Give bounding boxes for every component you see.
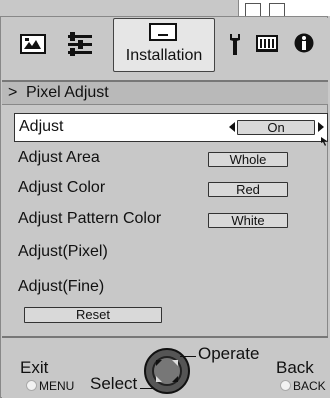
operate-label: Operate [198, 344, 260, 363]
tab-installation[interactable]: Installation [113, 18, 215, 72]
arrow-left-icon[interactable] [229, 122, 235, 132]
back-label: Back [276, 358, 314, 377]
menu-dot-icon [26, 380, 37, 391]
back-key: BACK [280, 379, 326, 393]
row-label: Adjust(Fine) [18, 278, 105, 295]
row-label: Adjust Area [18, 149, 100, 166]
adjust-pattern-color-value[interactable]: White [208, 213, 288, 228]
select-label: Select [90, 374, 138, 393]
menu-row-adjust[interactable]: Adjust On [14, 113, 328, 142]
menu-key-label: MENU [39, 379, 75, 393]
row-label: Adjust Color [18, 179, 106, 196]
adjust-value[interactable]: On [237, 120, 315, 135]
back-key-label: BACK [293, 379, 326, 393]
section-header: > Pixel Adjust [2, 82, 328, 105]
cursor-icon [320, 134, 327, 146]
tab-installation-label: Installation [125, 47, 203, 64]
menu-row-adjust-pixel[interactable]: Adjust(Pixel) [2, 239, 328, 267]
wrench-icon[interactable] [228, 32, 242, 56]
arrow-right-icon[interactable] [318, 122, 324, 132]
sliders-icon[interactable] [66, 32, 94, 56]
exit-label: Exit [20, 358, 49, 377]
menu-row-adjust-color[interactable]: Adjust Color Red [2, 175, 328, 203]
osd-menu: Installation > Pixel Adjust Adjust On Ad… [0, 0, 330, 398]
menu-row-adjust-fine[interactable]: Adjust(Fine) [2, 274, 328, 302]
row-label: Adjust [19, 118, 64, 135]
picture-icon[interactable] [20, 34, 46, 54]
leader-line [140, 388, 154, 389]
menu-key: MENU [26, 379, 74, 393]
leader-line [180, 356, 196, 357]
back-dot-icon [280, 380, 291, 391]
breadcrumb-arrow: > [8, 84, 18, 101]
reset-button[interactable]: Reset [24, 307, 162, 323]
section-title: Pixel Adjust [26, 84, 109, 101]
row-label: Adjust Pattern Color [18, 210, 162, 227]
menu-row-adjust-area[interactable]: Adjust Area Whole [2, 145, 328, 173]
info-icon[interactable] [294, 33, 314, 53]
corner-tab [238, 0, 330, 17]
installation-icon [149, 23, 177, 43]
adjust-color-value[interactable]: Red [208, 182, 288, 197]
grid-icon[interactable] [256, 34, 278, 54]
footer-guide: Exit MENU Operate Select Back BACK [2, 338, 328, 398]
row-label: Adjust(Pixel) [18, 243, 108, 260]
menu-tab-bar: Installation [2, 18, 328, 80]
adjust-area-value[interactable]: Whole [208, 152, 288, 167]
menu-row-adjust-pattern-color[interactable]: Adjust Pattern Color White [2, 206, 328, 234]
